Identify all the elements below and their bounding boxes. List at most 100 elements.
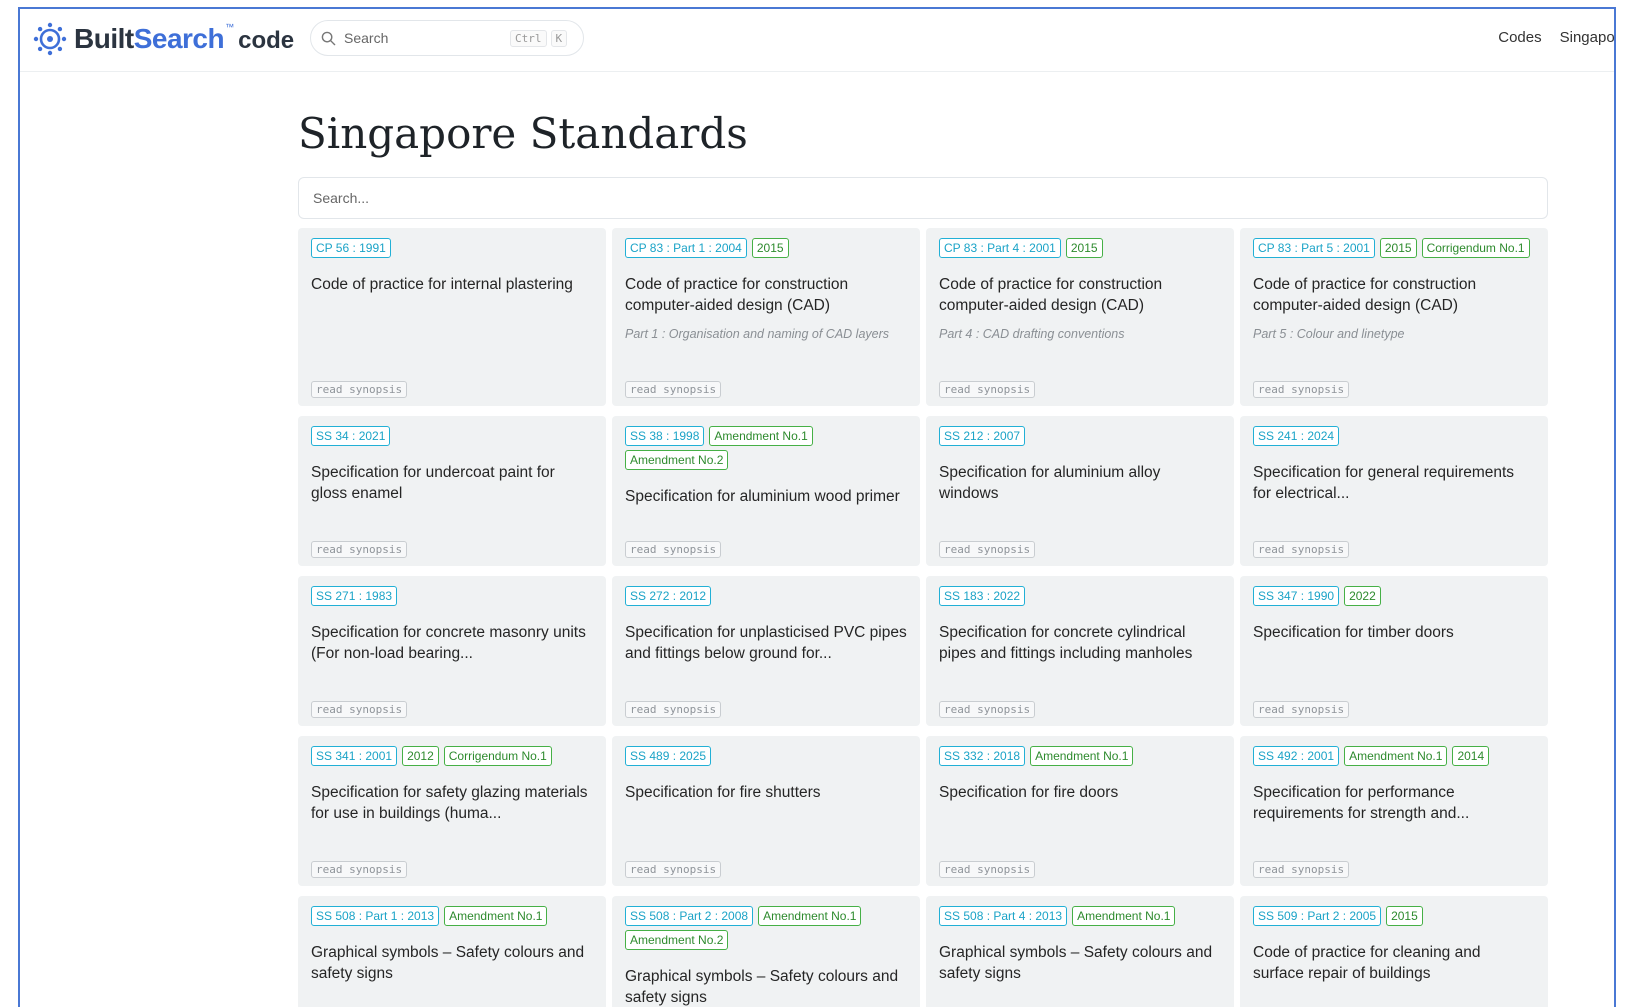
standard-card[interactable]: CP 83 : Part 5 : 2001 2015 Corrigendum No.… (1240, 228, 1548, 406)
global-search-box[interactable]: Ctrl K (310, 20, 584, 56)
card-subtitle: Part 4 : CAD drafting conventions (939, 327, 1125, 341)
card-title[interactable]: Graphical symbols – Safety colours and s… (625, 966, 907, 1007)
standard-card[interactable]: SS 341 : 2001 2012 Corrigendum No.1 Specifi… (298, 736, 606, 886)
card-tags: SS 489 : 2025 (625, 746, 907, 766)
standard-card[interactable]: SS 508 : Part 4 : 2013 Amendment No.1 Grap… (926, 896, 1234, 1007)
standard-card[interactable]: SS 489 : 2025 Specification for fire shut… (612, 736, 920, 886)
card-tags: SS 183 : 2022 (939, 586, 1221, 606)
revision-badge: Amendment No.1 (444, 906, 548, 926)
standard-code-badge: SS 271 : 1983 (311, 586, 398, 606)
card-title[interactable]: Code of practice for internal plastering (311, 274, 593, 295)
revision-badge: Amendment No.1 (1072, 906, 1176, 926)
revision-badge: Amendment No.1 (709, 426, 813, 446)
standard-card[interactable]: CP 56 : 1991 Code of practice for interna… (298, 228, 606, 406)
nav-codes[interactable]: Codes (1498, 29, 1541, 46)
read-synopsis-button[interactable]: read synopsis (311, 861, 408, 878)
read-synopsis-button[interactable]: read synopsis (625, 861, 722, 878)
standard-code-badge: CP 83 : Part 4 : 2001 (939, 238, 1061, 258)
read-synopsis-button[interactable]: read synopsis (311, 381, 408, 398)
revision-badge: 2015 (1065, 238, 1103, 258)
card-title[interactable]: Specification for unplasticised PVC pipe… (625, 622, 907, 664)
standard-card[interactable]: CP 83 : Part 4 : 2001 2015 Code of practic… (926, 228, 1234, 406)
card-title[interactable]: Specification for performance requiremen… (1253, 782, 1535, 824)
card-title[interactable]: Specification for fire doors (939, 782, 1221, 803)
revision-badge: 2015 (1386, 906, 1423, 926)
revision-badge: Amendment No.1 (758, 906, 862, 926)
card-tags: SS 212 : 2007 (939, 426, 1221, 446)
revision-badge: 2015 (751, 238, 789, 258)
standard-code-badge: SS 509 : Part 2 : 2005 (1253, 906, 1382, 926)
card-title[interactable]: Specification for timber doors (1253, 622, 1535, 643)
standard-card[interactable]: SS 508 : Part 2 : 2008 Amendment No.1 Amen… (612, 896, 920, 1007)
read-synopsis-button[interactable]: read synopsis (311, 701, 408, 718)
card-tags: SS 38 : 1998 Amendment No.1 Amendment No.2 (625, 426, 907, 470)
standard-code-badge: SS 272 : 2012 (625, 586, 712, 606)
standard-card[interactable]: SS 212 : 2007 Specification for aluminium… (926, 416, 1234, 566)
read-synopsis-button[interactable]: read synopsis (1253, 701, 1350, 718)
standard-card[interactable]: SS 332 : 2018 Amendment No.1 Specification… (926, 736, 1234, 886)
card-title[interactable]: Specification for concrete masonry units… (311, 622, 593, 664)
card-subtitle: Part 5 : Colour and linetype (1253, 327, 1405, 341)
standard-code-badge: CP 56 : 1991 (311, 238, 391, 258)
card-title[interactable]: Graphical symbols – Safety colours and s… (311, 942, 593, 984)
read-synopsis-button[interactable]: read synopsis (939, 861, 1036, 878)
read-synopsis-button[interactable]: read synopsis (939, 701, 1036, 718)
standard-code-badge: SS 508 : Part 4 : 2013 (939, 906, 1068, 926)
card-tags: SS 509 : Part 2 : 2005 2015 (1253, 906, 1535, 926)
standard-code-badge: SS 508 : Part 1 : 2013 (311, 906, 440, 926)
card-title[interactable]: Graphical symbols – Safety colours and s… (939, 942, 1221, 984)
standard-card[interactable]: SS 347 : 1990 2022 Specification for timbe… (1240, 576, 1548, 726)
card-title[interactable]: Specification for concrete cylindrical p… (939, 622, 1221, 664)
standard-card[interactable]: SS 492 : 2001 Amendment No.1 2014 Specifica… (1240, 736, 1548, 886)
card-title[interactable]: Specification for general requirements f… (1253, 462, 1535, 504)
standard-card[interactable]: SS 38 : 1998 Amendment No.1 Amendment No.2… (612, 416, 920, 566)
card-tags: SS 332 : 2018 Amendment No.1 (939, 746, 1221, 766)
read-synopsis-button[interactable]: read synopsis (1253, 381, 1350, 398)
read-synopsis-button[interactable]: read synopsis (939, 541, 1036, 558)
read-synopsis-button[interactable]: read synopsis (625, 381, 722, 398)
card-tags: CP 83 : Part 5 : 2001 2015 Corrigendum No.… (1253, 238, 1535, 258)
revision-badge: 2012 (402, 746, 439, 766)
card-tags: SS 271 : 1983 (311, 586, 593, 606)
standard-card[interactable]: SS 508 : Part 1 : 2013 Amendment No.1 Grap… (298, 896, 606, 1007)
standard-card[interactable]: SS 183 : 2022 Specification for concrete … (926, 576, 1234, 726)
global-search-input[interactable] (342, 29, 506, 47)
brand-logo[interactable]: Built Search ™ code (32, 19, 294, 59)
standard-card[interactable]: SS 34 : 2021 Specification for undercoat … (298, 416, 606, 566)
standard-code-badge: SS 489 : 2025 (625, 746, 712, 766)
card-tags: CP 83 : Part 4 : 2001 2015 (939, 238, 1221, 258)
revision-badge: Amendment No.1 (1030, 746, 1134, 766)
card-tags: SS 508 : Part 1 : 2013 Amendment No.1 (311, 906, 593, 926)
card-title[interactable]: Specification for aluminium alloy window… (939, 462, 1221, 504)
standard-card[interactable]: SS 241 : 2024 Specification for general r… (1240, 416, 1548, 566)
card-title[interactable]: Code of practice for construction comput… (1253, 274, 1535, 316)
read-synopsis-button[interactable]: read synopsis (1253, 861, 1350, 878)
standard-card[interactable]: SS 271 : 1983 Specification for concrete … (298, 576, 606, 726)
card-title[interactable]: Code of practice for cleaning and surfac… (1253, 942, 1535, 984)
standard-code-badge: SS 183 : 2022 (939, 586, 1026, 606)
read-synopsis-button[interactable]: read synopsis (939, 381, 1036, 398)
standard-code-badge: SS 38 : 1998 (625, 426, 705, 446)
revision-badge: Amendment No.2 (625, 450, 729, 470)
standard-card[interactable]: SS 509 : Part 2 : 2005 2015 Code of practi… (1240, 896, 1548, 1007)
standards-search-input[interactable] (298, 177, 1548, 219)
standard-code-badge: SS 492 : 2001 (1253, 746, 1340, 766)
card-title[interactable]: Code of practice for construction comput… (939, 274, 1221, 316)
card-tags: SS 272 : 2012 (625, 586, 907, 606)
read-synopsis-button[interactable]: read synopsis (311, 541, 408, 558)
card-title[interactable]: Code of practice for construction comput… (625, 274, 907, 316)
top-nav: Codes Singapore (1498, 29, 1614, 46)
read-synopsis-button[interactable]: read synopsis (1253, 541, 1350, 558)
card-title[interactable]: Specification for undercoat paint for gl… (311, 462, 593, 504)
search-icon (321, 31, 336, 45)
standard-card[interactable]: SS 272 : 2012 Specification for unplastic… (612, 576, 920, 726)
read-synopsis-button[interactable]: read synopsis (625, 541, 722, 558)
card-title[interactable]: Specification for safety glazing materia… (311, 782, 593, 824)
card-title[interactable]: Specification for fire shutters (625, 782, 907, 803)
brand-built: Built (74, 23, 134, 54)
standard-code-badge: CP 83 : Part 5 : 2001 (1253, 238, 1375, 258)
standard-card[interactable]: CP 83 : Part 1 : 2004 2015 Code of practic… (612, 228, 920, 406)
nav-singapore[interactable]: Singapore (1560, 29, 1614, 46)
read-synopsis-button[interactable]: read synopsis (625, 701, 722, 718)
card-title[interactable]: Specification for aluminium wood primer (625, 486, 907, 507)
